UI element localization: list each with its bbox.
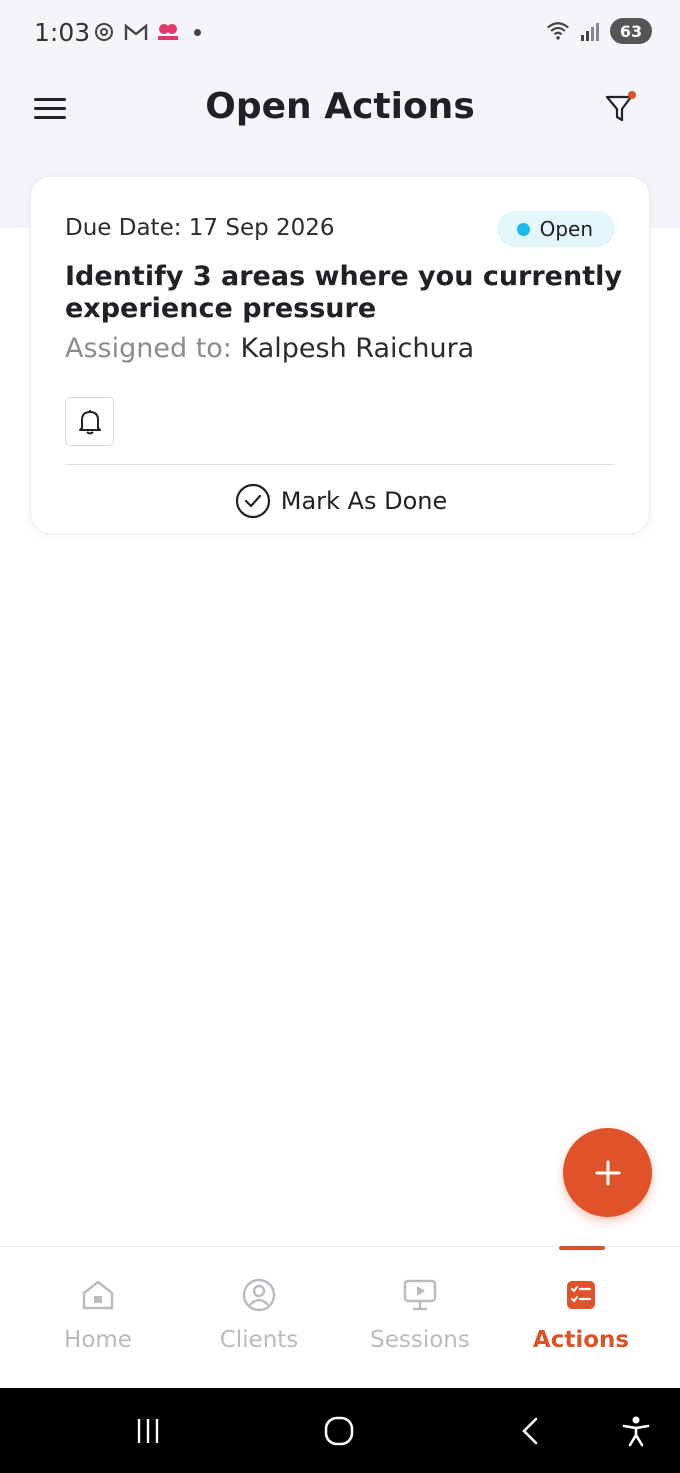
mark-as-done-button[interactable]: Mark As Done bbox=[31, 483, 651, 519]
nav-clients[interactable]: Clients bbox=[174, 1247, 344, 1389]
recent-apps-button[interactable] bbox=[130, 1414, 166, 1448]
status-label: Open bbox=[539, 217, 593, 241]
app-header: Open Actions bbox=[0, 70, 680, 146]
wifi-icon bbox=[546, 19, 570, 43]
nav-home-label: Home bbox=[64, 1327, 132, 1353]
nav-sessions[interactable]: Sessions bbox=[335, 1247, 505, 1389]
battery-indicator: 63 bbox=[610, 18, 652, 44]
mark-as-done-label: Mark As Done bbox=[280, 487, 448, 515]
nav-home[interactable]: Home bbox=[13, 1247, 183, 1389]
home-circle-icon bbox=[324, 1416, 354, 1446]
recent-apps-icon bbox=[137, 1419, 159, 1443]
active-tab-indicator bbox=[559, 1246, 605, 1250]
home-system-button[interactable] bbox=[320, 1414, 358, 1448]
assigned-label: Assigned to: bbox=[65, 333, 232, 364]
accessibility-icon bbox=[622, 1416, 650, 1447]
action-card[interactable]: Due Date: 17 Sep 2026 Open Identify 3 ar… bbox=[30, 176, 650, 534]
card-divider bbox=[65, 464, 615, 465]
threads-icon bbox=[92, 20, 116, 44]
nav-clients-label: Clients bbox=[219, 1327, 299, 1353]
filter-icon bbox=[605, 91, 636, 122]
system-navigation-bar bbox=[0, 1388, 680, 1473]
nav-actions-label: Actions bbox=[532, 1327, 630, 1353]
action-title: Identify 3 areas where you currently exp… bbox=[65, 261, 622, 324]
signal-icon bbox=[578, 19, 602, 43]
back-icon bbox=[522, 1417, 538, 1445]
gmail-icon bbox=[124, 20, 148, 44]
notification-icons bbox=[92, 20, 201, 44]
hood-icon bbox=[156, 20, 180, 44]
presentation-icon bbox=[403, 1279, 437, 1311]
filter-button[interactable] bbox=[600, 88, 640, 128]
add-action-button[interactable] bbox=[563, 1128, 652, 1217]
status-dot bbox=[516, 222, 530, 236]
more-notifications-dot bbox=[194, 28, 201, 36]
reminder-button[interactable] bbox=[65, 397, 114, 446]
user-circle-icon bbox=[242, 1278, 276, 1312]
status-time: 1:03 bbox=[34, 18, 91, 47]
nav-sessions-label: Sessions bbox=[370, 1327, 470, 1353]
back-button[interactable] bbox=[512, 1414, 548, 1448]
accessibility-button[interactable] bbox=[618, 1414, 654, 1448]
assigned-to: Assigned to: Kalpesh Raichura bbox=[65, 333, 474, 364]
page-title: Open Actions bbox=[205, 86, 475, 127]
system-icons: 63 bbox=[546, 18, 652, 44]
check-circle-icon bbox=[235, 483, 270, 519]
bottom-navigation: Home Clients Sessions Actions bbox=[0, 1246, 680, 1388]
due-date: Due Date: 17 Sep 2026 bbox=[65, 215, 335, 241]
status-bar: 1:03 63 bbox=[0, 0, 680, 66]
status-badge: Open bbox=[496, 211, 615, 247]
checklist-icon bbox=[567, 1281, 595, 1309]
nav-actions[interactable]: Actions bbox=[496, 1247, 666, 1389]
plus-icon bbox=[595, 1160, 620, 1185]
home-icon bbox=[82, 1280, 114, 1310]
bell-icon bbox=[78, 409, 101, 434]
assigned-name: Kalpesh Raichura bbox=[240, 333, 475, 364]
